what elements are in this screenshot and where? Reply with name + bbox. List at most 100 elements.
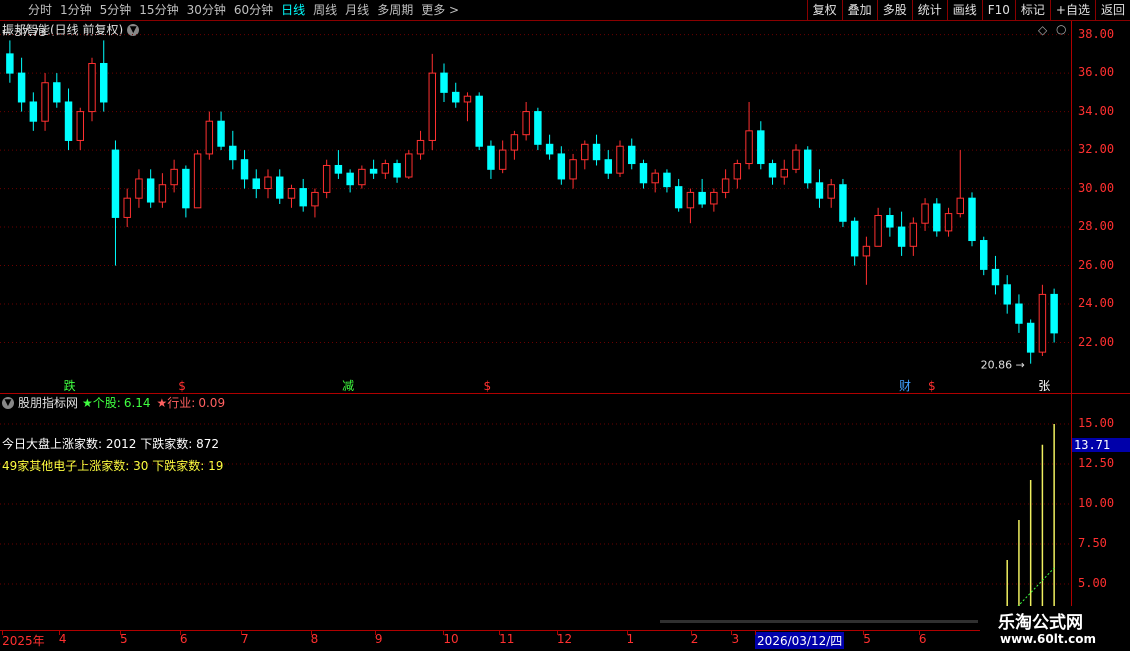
candle bbox=[909, 217, 918, 256]
action-button-5[interactable]: F10 bbox=[981, 0, 1015, 20]
candle bbox=[440, 63, 448, 102]
price-tick: 30.00 bbox=[1078, 180, 1115, 195]
current-value-badge: 13.71 bbox=[1072, 437, 1130, 452]
candle bbox=[686, 188, 695, 224]
event-marker[interactable]: 张 bbox=[1038, 379, 1050, 393]
candle bbox=[334, 150, 343, 179]
candle bbox=[252, 169, 260, 199]
price-tick: 38.00 bbox=[1078, 26, 1115, 41]
action-button-4[interactable]: 画线 bbox=[946, 0, 982, 20]
date-tick-mark bbox=[310, 631, 312, 635]
candle bbox=[1050, 288, 1058, 343]
date-tick-mark bbox=[240, 631, 242, 635]
candle bbox=[299, 178, 307, 212]
candle bbox=[510, 130, 519, 160]
action-button-0[interactable]: 复权 bbox=[806, 0, 842, 20]
date-tick-mark bbox=[374, 631, 376, 635]
date-tick: 4 bbox=[58, 632, 67, 646]
tab-period-10[interactable]: 更多 > bbox=[417, 0, 463, 20]
tab-period-7[interactable]: 周线 bbox=[309, 0, 341, 20]
date-tick-mark bbox=[443, 631, 445, 635]
date-tick: 6 bbox=[918, 632, 927, 646]
date-tick: 10 bbox=[443, 632, 459, 646]
date-tick: 8 bbox=[310, 632, 319, 646]
action-button-1[interactable]: 叠加 bbox=[841, 0, 877, 20]
candle bbox=[405, 150, 413, 179]
candle bbox=[381, 159, 390, 179]
candle bbox=[886, 207, 894, 237]
tab-period-1[interactable]: 1分钟 bbox=[56, 0, 96, 20]
candle bbox=[146, 169, 155, 208]
date-tick-mark bbox=[626, 631, 628, 635]
tab-period-5[interactable]: 60分钟 bbox=[230, 0, 277, 20]
candle bbox=[182, 165, 190, 218]
candle bbox=[545, 134, 554, 160]
candle bbox=[29, 92, 38, 131]
candle bbox=[557, 146, 566, 185]
candle bbox=[944, 207, 953, 237]
candle bbox=[111, 140, 120, 266]
action-button-7[interactable]: +自选 bbox=[1049, 0, 1095, 20]
tab-period-9[interactable]: 多周期 bbox=[373, 0, 417, 20]
candle bbox=[592, 134, 601, 166]
candle bbox=[452, 82, 460, 108]
event-marker[interactable]: $ bbox=[178, 379, 186, 393]
high-price-label: ← 37.73 bbox=[2, 26, 46, 39]
date-tick-mark bbox=[863, 631, 865, 635]
action-button-3[interactable]: 统计 bbox=[911, 0, 947, 20]
candle bbox=[1026, 319, 1035, 364]
date-tick-mark bbox=[58, 631, 60, 635]
tab-period-2[interactable]: 5分钟 bbox=[96, 0, 136, 20]
date-axis: 2025年 4 5 6 7 8 9 10 11 12 1 2 3 2026/03/12/四 5 6 bbox=[0, 630, 1071, 651]
event-marker[interactable]: 减 bbox=[342, 379, 354, 393]
candle bbox=[991, 255, 1000, 295]
candle bbox=[956, 150, 964, 218]
action-button-2[interactable]: 多股 bbox=[876, 0, 912, 20]
date-tick: 1 bbox=[626, 632, 635, 646]
tab-period-8[interactable]: 月线 bbox=[341, 0, 373, 20]
volume-strip bbox=[660, 620, 978, 623]
date-tick: 2025年 bbox=[2, 634, 45, 648]
candle bbox=[487, 140, 495, 179]
candle bbox=[428, 53, 436, 151]
date-tick-mark bbox=[119, 631, 121, 635]
event-marker[interactable]: $ bbox=[483, 379, 491, 393]
date-tick: 5 bbox=[863, 632, 871, 646]
watermark-title: 乐淘公式网 bbox=[998, 613, 1083, 633]
indicator-tick: 15.00 bbox=[1078, 416, 1115, 430]
candle bbox=[217, 111, 225, 151]
tab-period-6[interactable]: 日线 bbox=[277, 0, 309, 20]
candle bbox=[393, 159, 401, 183]
tab-period-4[interactable]: 30分钟 bbox=[183, 0, 230, 20]
candle bbox=[287, 184, 296, 208]
event-marker[interactable]: $ bbox=[928, 379, 936, 393]
tab-period-3[interactable]: 15分钟 bbox=[135, 0, 182, 20]
candle bbox=[264, 169, 272, 199]
event-marker[interactable]: 跌 bbox=[64, 378, 76, 393]
price-tick: 32.00 bbox=[1078, 142, 1115, 157]
price-axis: 38.00 36.00 34.00 32.00 30.00 28.00 26.00 24.00… bbox=[1071, 21, 1130, 393]
candle bbox=[1038, 284, 1047, 356]
candle bbox=[1003, 275, 1011, 314]
candle bbox=[229, 130, 237, 170]
candle bbox=[369, 159, 378, 179]
candle bbox=[463, 92, 472, 122]
date-tick: 6 bbox=[179, 632, 188, 646]
date-tick-mark bbox=[690, 631, 692, 635]
candle bbox=[311, 188, 319, 218]
event-marker[interactable]: 财 bbox=[899, 379, 911, 393]
candle bbox=[815, 169, 824, 208]
tab-period-0[interactable]: 分时 bbox=[24, 0, 56, 20]
date-tick-mark bbox=[556, 631, 558, 635]
action-button-6[interactable]: 标记 bbox=[1014, 0, 1050, 20]
candle bbox=[921, 198, 929, 231]
candle bbox=[698, 178, 706, 208]
candle bbox=[850, 217, 859, 266]
price-tick: 34.00 bbox=[1078, 103, 1115, 118]
price-tick: 24.00 bbox=[1078, 296, 1115, 311]
candle bbox=[135, 169, 143, 208]
candle bbox=[358, 165, 366, 189]
candle bbox=[41, 73, 49, 131]
indicator-tick: 12.50 bbox=[1078, 456, 1115, 470]
action-button-8[interactable]: 返回 bbox=[1094, 0, 1130, 20]
